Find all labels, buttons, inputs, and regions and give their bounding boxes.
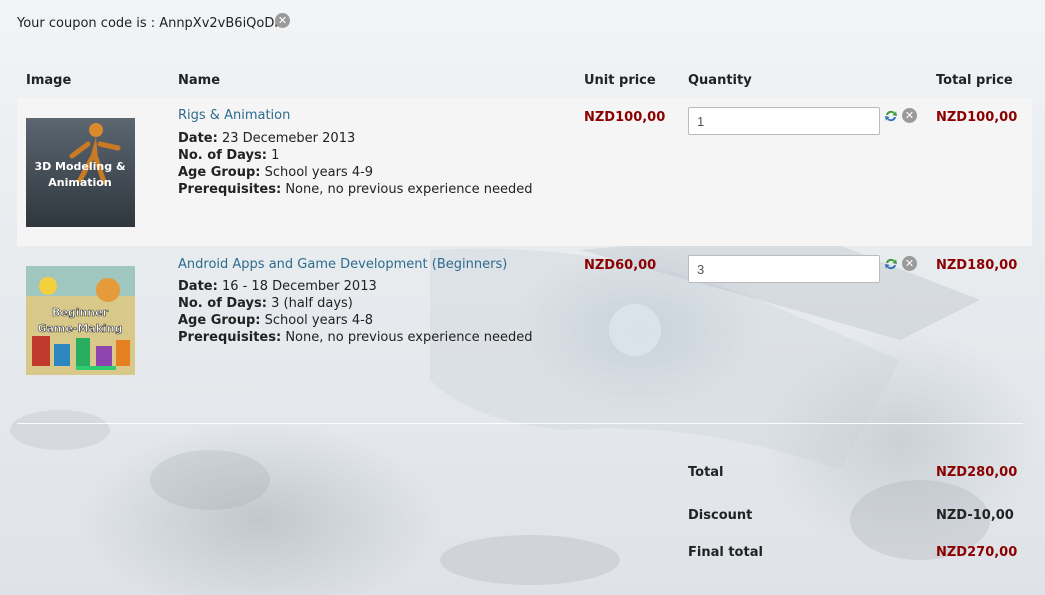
product-details: Date: 23 Decemeber 2013 No. of Days: 1 A… <box>178 130 532 198</box>
close-icon[interactable]: ✕ <box>275 13 290 28</box>
prereq-label: Prerequisites: <box>178 182 282 197</box>
product-thumbnail: 3D Modeling & Animation <box>26 118 135 227</box>
date-value: 23 Decemeber 2013 <box>221 131 356 146</box>
product-name-link[interactable]: Rigs & Animation <box>178 108 290 123</box>
cart-row: 3D Modeling & Animation Rigs & Animation… <box>17 98 1032 246</box>
final-total-value: NZD270,00 <box>936 545 1018 560</box>
svg-text:3D Modeling &: 3D Modeling & <box>34 160 126 173</box>
days-label: No. of Days: <box>178 296 267 311</box>
quantity-input[interactable] <box>688 107 880 135</box>
days-label: No. of Days: <box>178 148 267 163</box>
age-label: Age Group: <box>178 313 261 328</box>
refresh-icon[interactable] <box>883 108 899 124</box>
prereq-label: Prerequisites: <box>178 330 282 345</box>
prereq-value: None, no previous experience needed <box>285 330 533 345</box>
header-total-price: Total price <box>936 73 1013 88</box>
refresh-icon[interactable] <box>883 256 899 272</box>
prereq-value: None, no previous experience needed <box>285 182 533 197</box>
header-unit-price: Unit price <box>584 73 656 88</box>
total-price: NZD100,00 <box>936 110 1018 125</box>
days-value: 3 (half days) <box>271 296 353 311</box>
remove-item-icon[interactable]: ✕ <box>902 256 917 271</box>
header-name: Name <box>178 73 221 88</box>
age-value: School years 4-8 <box>264 313 374 328</box>
total-value: NZD280,00 <box>936 465 1018 480</box>
date-label: Date: <box>178 279 218 294</box>
unit-price: NZD100,00 <box>584 110 666 125</box>
date-value: 16 - 18 December 2013 <box>221 279 377 294</box>
svg-text:Beginner: Beginner <box>52 306 109 319</box>
product-details: Date: 16 - 18 December 2013 No. of Days:… <box>178 278 532 346</box>
cart-row: Beginner Game-Making Android Apps and Ga… <box>17 246 1032 396</box>
days-value: 1 <box>271 148 280 163</box>
product-thumbnail: Beginner Game-Making <box>26 266 135 375</box>
divider <box>17 423 1023 424</box>
remove-item-icon[interactable]: ✕ <box>902 108 917 123</box>
svg-text:Animation: Animation <box>48 176 111 189</box>
total-price: NZD180,00 <box>936 258 1018 273</box>
discount-value: NZD-10,00 <box>936 508 1014 523</box>
total-label: Total <box>688 465 724 480</box>
header-quantity: Quantity <box>688 73 752 88</box>
svg-text:Game-Making: Game-Making <box>37 322 122 335</box>
header-image: Image <box>26 73 72 88</box>
age-value: School years 4-9 <box>264 165 374 180</box>
discount-label: Discount <box>688 508 753 523</box>
date-label: Date: <box>178 131 218 146</box>
unit-price: NZD60,00 <box>584 258 657 273</box>
product-name-link[interactable]: Android Apps and Game Development (Begin… <box>178 257 507 272</box>
coupon-message: Your coupon code is : AnnpXv2vB6iQoDm ✕ <box>17 13 290 31</box>
final-total-label: Final total <box>688 545 763 560</box>
age-label: Age Group: <box>178 165 261 180</box>
quantity-input[interactable] <box>688 255 880 283</box>
coupon-code: AnnpXv2vB6iQoDm <box>159 16 288 31</box>
coupon-label: Your coupon code is : <box>17 16 156 31</box>
